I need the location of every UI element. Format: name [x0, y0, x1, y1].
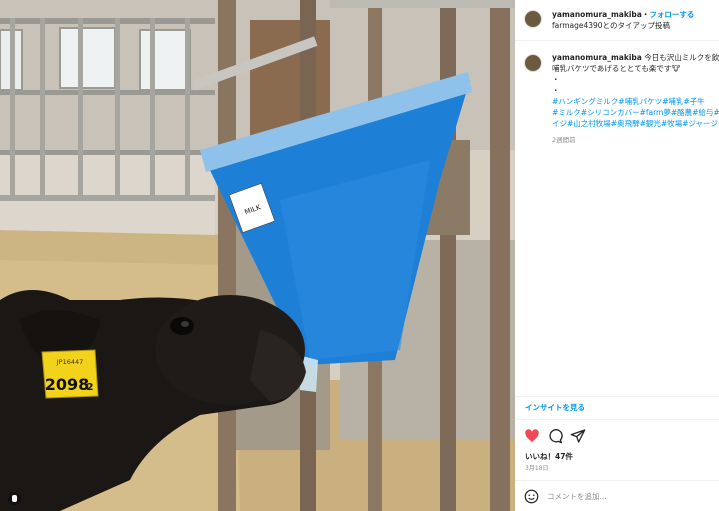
insights-link[interactable]: インサイトを見る — [525, 402, 585, 413]
actions-divider — [515, 419, 719, 420]
hashtags-line-3[interactable]: イジ#山之村牧場#奥飛騨#観光#牧場#ジャージ — [552, 118, 719, 129]
time-ago[interactable]: 2週間前 — [552, 135, 719, 146]
caption-body: yamanomura_makiba 今日も沢山ミルクを飲ん 哺乳バケツであげると… — [552, 52, 719, 146]
hashtags-line-1[interactable]: #ハンギングミルク#哺乳バケツ#哺乳#子牛 — [552, 96, 719, 107]
ear-tag-code: JP16447 — [56, 358, 84, 366]
header-username-row: yamanomura_makiba・フォローする — [552, 9, 694, 20]
likes-count[interactable]: いいね！47件 — [525, 451, 573, 462]
comment-divider — [515, 480, 719, 481]
header-divider — [515, 40, 719, 41]
post-photo[interactable]: MILK JP16447 2098 2 — [0, 0, 515, 511]
caption-username[interactable]: yamanomura_makiba — [552, 53, 642, 62]
post-side-panel: yamanomura_makiba・フォローする farmage4390とのタイ… — [515, 0, 719, 511]
comment-input[interactable]: コメントを追加... — [547, 491, 607, 502]
comment-icon[interactable] — [547, 428, 563, 444]
emoji-icon[interactable] — [524, 489, 539, 504]
caption-dot-1: ・ — [552, 75, 560, 84]
caption-line-1: 今日も沢山ミルクを飲ん — [644, 53, 719, 62]
avatar[interactable] — [524, 10, 542, 28]
partner-text[interactable]: farmage4390とのタイアップ投稿 — [552, 20, 670, 31]
hashtags-line-2[interactable]: #ミルク#シリコンカバー#farm夢#酪農#給与# — [552, 107, 719, 118]
photo-illustration: MILK JP16447 2098 2 — [0, 0, 515, 511]
ear-tag-suffix: 2 — [87, 382, 94, 393]
post-date: 3月18日 — [525, 465, 549, 472]
ear-tag-number: 2098 — [45, 375, 90, 394]
insights-divider — [515, 396, 719, 397]
caption-avatar[interactable] — [524, 54, 542, 72]
header-username[interactable]: yamanomura_makiba — [552, 10, 642, 19]
post-header: yamanomura_makiba・フォローする farmage4390とのタイ… — [515, 9, 719, 31]
follow-button[interactable]: フォローする — [649, 10, 694, 19]
caption-dot-2: ・ — [552, 86, 560, 95]
share-icon[interactable] — [570, 428, 586, 444]
heart-icon[interactable] — [524, 428, 540, 444]
profile-handle-icon[interactable] — [8, 492, 21, 505]
caption-line-2: 哺乳バケツであげるととても楽です🐮 — [552, 64, 681, 73]
